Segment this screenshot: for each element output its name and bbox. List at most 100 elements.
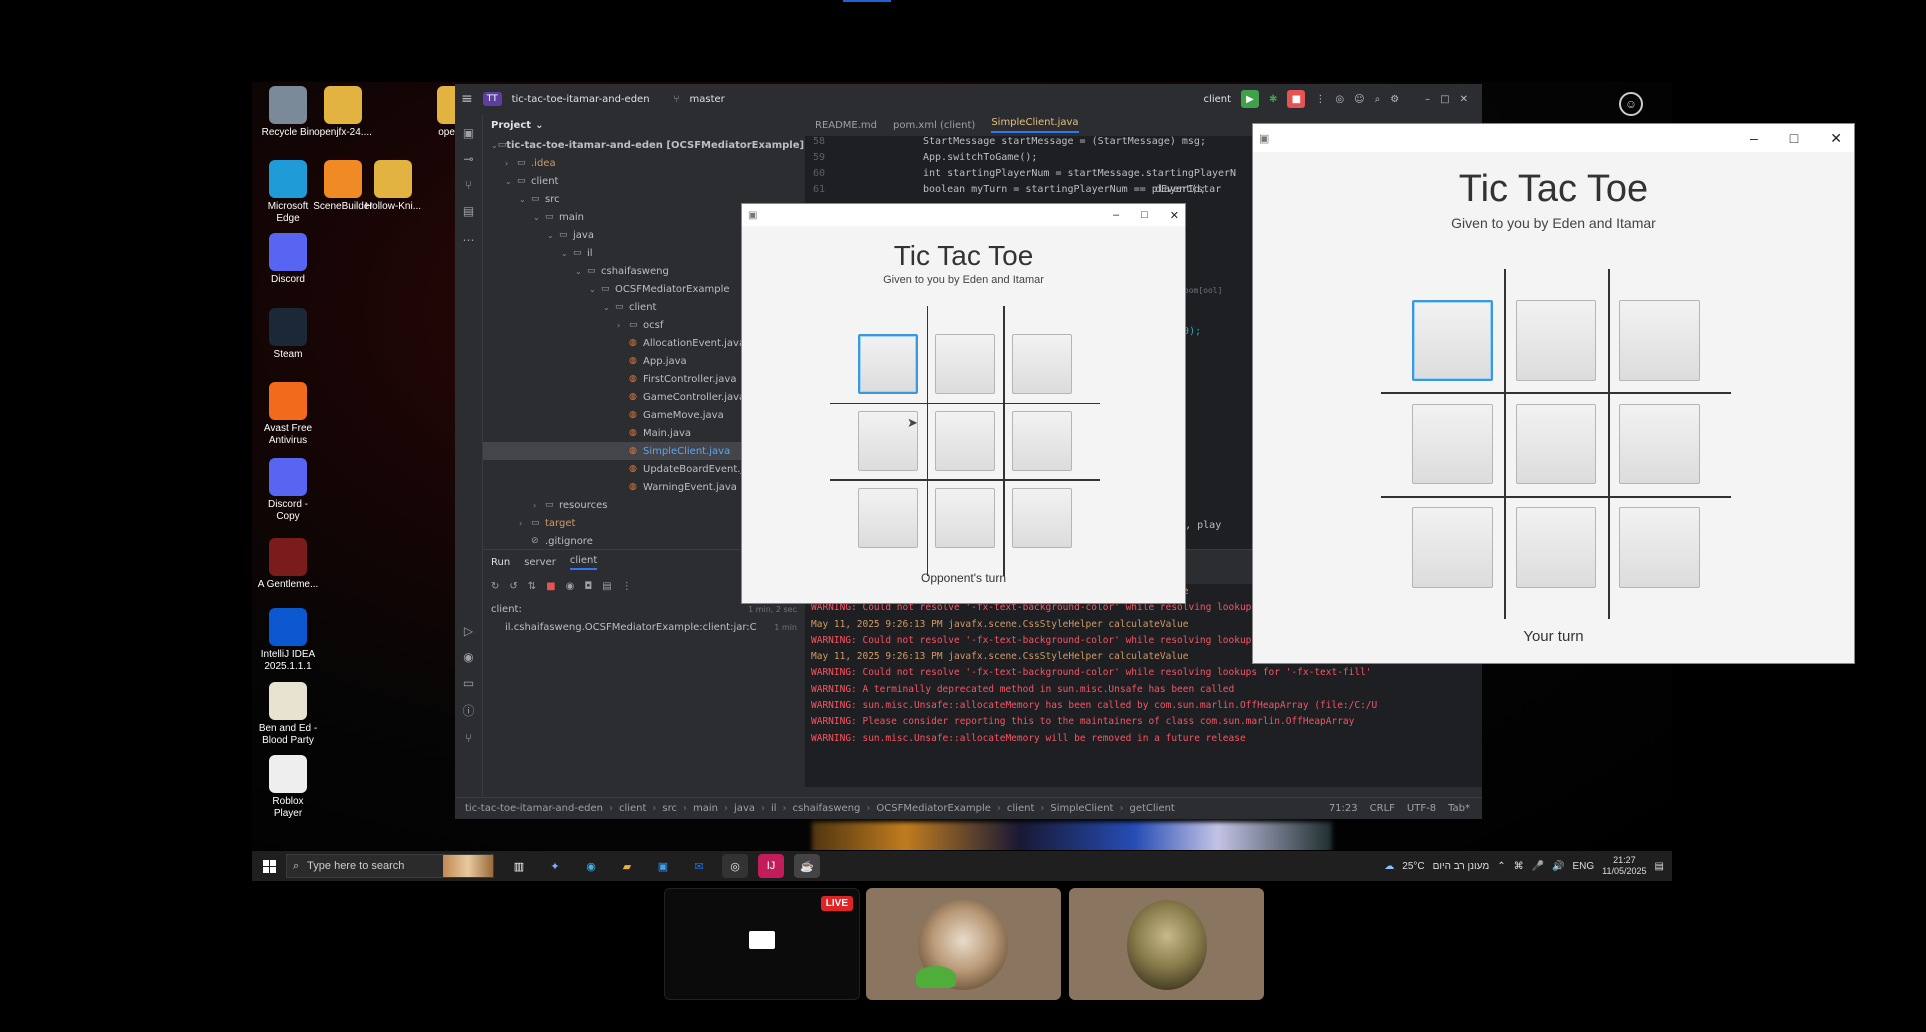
accessibility-icon[interactable]: ☺ <box>1619 92 1643 116</box>
run-more-icon[interactable]: ⋮ <box>622 581 632 592</box>
file-explorer-icon[interactable]: ▰ <box>614 854 640 878</box>
close-icon[interactable]: ✕ <box>1460 94 1468 105</box>
edge-icon[interactable]: ◉ <box>578 854 604 878</box>
board-cell-2-1[interactable] <box>935 487 995 548</box>
board-cell-2-2[interactable] <box>1011 487 1072 548</box>
desktop-icon[interactable]: Hollow-Kni... <box>362 160 424 213</box>
breadcrumb-item[interactable]: src <box>662 803 677 814</box>
board-cell-2-2[interactable] <box>1619 507 1700 588</box>
search-icon[interactable]: ⌕ <box>1375 94 1381 105</box>
chrome-icon[interactable]: ◎ <box>722 854 748 878</box>
board-cell-1-0[interactable] <box>1412 403 1493 485</box>
tray-chevron-icon[interactable]: ⌃ <box>1497 861 1505 872</box>
desktop-icon[interactable]: Discord - Copy <box>257 458 319 523</box>
clock[interactable]: 21:27 11/05/2025 <box>1602 855 1646 877</box>
maximize-icon[interactable]: □ <box>1440 94 1449 105</box>
notifications-icon[interactable]: ▤ <box>1655 861 1664 872</box>
project-panel-header[interactable]: Project ⌄ <box>483 114 805 136</box>
participant-yoda-tile[interactable] <box>1069 888 1264 1000</box>
store-icon[interactable]: ▣ <box>650 854 676 878</box>
tree-row[interactable]: ⌄ ▭ client <box>483 172 805 190</box>
branch-name[interactable]: master <box>690 94 725 105</box>
problems-tool-icon[interactable]: ⓘ <box>455 702 482 719</box>
copilot-icon[interactable]: ✦ <box>542 854 568 878</box>
desktop-icon[interactable]: openjfx-24.... <box>312 86 374 139</box>
structure-tool-icon[interactable]: ▤ <box>455 204 482 218</box>
editor-tab[interactable]: SimpleClient.java <box>991 117 1079 133</box>
breadcrumb-item[interactable]: client <box>619 803 646 814</box>
desktop-icon[interactable]: Microsoft Edge <box>257 160 319 225</box>
board-cell-0-1[interactable] <box>935 334 995 395</box>
rerun-icon[interactable]: ↻ <box>491 581 499 592</box>
run-tab[interactable]: server <box>524 557 556 568</box>
run-tool-icon[interactable]: ▷ <box>455 624 482 638</box>
task-view-icon[interactable]: ▥ <box>506 854 532 878</box>
desktop-icon[interactable]: A Gentleme... <box>257 538 319 591</box>
close-icon[interactable]: ✕ <box>1170 209 1179 222</box>
network-icon[interactable]: ⌘ <box>1514 861 1524 872</box>
desktop-icon[interactable]: Ben and Ed - Blood Party <box>257 682 319 747</box>
start-button[interactable] <box>252 851 286 881</box>
status-item[interactable]: UTF-8 <box>1407 803 1436 814</box>
view-icon[interactable]: ◉ <box>566 581 575 592</box>
breadcrumb-item[interactable]: java <box>734 803 755 814</box>
tree-row[interactable]: ⌄ ▭ tic-tac-toe-itamar-and-eden [OCSFMedia… <box>483 136 853 154</box>
participant-cat-tile[interactable] <box>866 888 1061 1000</box>
status-item[interactable]: CRLF <box>1370 803 1395 814</box>
vcs-tool-icon[interactable]: ⑂ <box>455 731 482 745</box>
menu-icon[interactable]: ≡ <box>461 91 473 107</box>
lang-indicator[interactable]: ENG <box>1572 861 1594 872</box>
intellij-icon[interactable]: IJ <box>758 854 784 878</box>
camera-icon[interactable]: ◘ <box>584 581 592 592</box>
minimize-icon[interactable]: – <box>1750 130 1758 147</box>
stop-run-icon[interactable]: ■ <box>546 581 555 592</box>
tree-row[interactable]: › ▭ .idea <box>483 154 805 172</box>
breadcrumb-item[interactable]: getClient <box>1129 803 1174 814</box>
layout-icon[interactable]: ▤ <box>602 581 611 592</box>
editor-tab[interactable]: pom.xml (client) <box>893 120 975 131</box>
project-tool-icon[interactable]: ▣ <box>455 126 482 140</box>
outlook-icon[interactable]: ✉ <box>686 854 712 878</box>
board-cell-1-1[interactable] <box>935 411 995 471</box>
run-tab[interactable]: client <box>569 555 598 570</box>
breadcrumb-item[interactable]: main <box>693 803 718 814</box>
desktop-icon[interactable]: Avast Free Antivirus <box>257 382 319 447</box>
minimize-icon[interactable]: – <box>1113 209 1119 222</box>
commit-tool-icon[interactable]: ⊸ <box>455 152 482 166</box>
run-tree-row[interactable]: il.cshaifasweng.OCSFMediatorExample:clie… <box>483 618 805 636</box>
terminal-tool-icon[interactable]: ▭ <box>455 676 482 690</box>
mic-icon[interactable]: 🎤 <box>1532 861 1544 872</box>
board-cell-2-0[interactable] <box>858 487 919 548</box>
screen-share-tile[interactable]: LIVE <box>664 888 860 1000</box>
close-icon[interactable]: ✕ <box>1830 130 1842 147</box>
breadcrumb-item[interactable]: SimpleClient <box>1050 803 1113 814</box>
run-icon[interactable]: ▶ <box>1241 90 1260 108</box>
board-cell-1-2[interactable] <box>1011 411 1072 471</box>
breadcrumb-item[interactable]: cshaifasweng <box>793 803 861 814</box>
editor-tab[interactable]: README.md <box>815 120 877 131</box>
project-name[interactable]: tic-tac-toe-itamar-and-eden <box>512 94 650 105</box>
board-cell-0-1[interactable] <box>1515 300 1597 381</box>
board-cell-0-2[interactable] <box>1011 334 1072 395</box>
rerun-failed-icon[interactable]: ↺ <box>509 581 517 592</box>
taskbar-search[interactable]: ⌕ Type here to search <box>286 854 494 878</box>
board-cell-1-1[interactable] <box>1515 403 1597 485</box>
settings-gear-icon[interactable]: ⚙ <box>1390 94 1399 105</box>
desktop-icon[interactable]: IntelliJ IDEA 2025.1.1.1 <box>257 608 319 673</box>
board-cell-0-0[interactable] <box>858 334 919 395</box>
board-cell-0-0[interactable] <box>1412 300 1493 381</box>
desktop-icon[interactable]: Steam <box>257 308 319 361</box>
services-tool-icon[interactable]: ◉ <box>455 650 482 664</box>
breadcrumb-item[interactable]: tic-tac-toe-itamar-and-eden <box>465 803 603 814</box>
desktop-icon[interactable]: Roblox Player <box>257 755 319 820</box>
status-item[interactable]: 71:23 <box>1329 803 1358 814</box>
java-app-icon[interactable]: ☕ <box>794 854 820 878</box>
more-icon[interactable]: ⋮ <box>1315 94 1325 105</box>
debug-icon[interactable]: ✱ <box>1269 94 1277 105</box>
stop-icon[interactable]: ■ <box>1287 90 1306 108</box>
board-cell-1-2[interactable] <box>1619 403 1700 485</box>
breadcrumb-item[interactable]: il <box>771 803 777 814</box>
breadcrumb-item[interactable]: OCSFMediatorExample <box>876 803 991 814</box>
volume-icon[interactable]: 🔊 <box>1552 861 1564 872</box>
maximize-icon[interactable]: □ <box>1141 209 1148 222</box>
